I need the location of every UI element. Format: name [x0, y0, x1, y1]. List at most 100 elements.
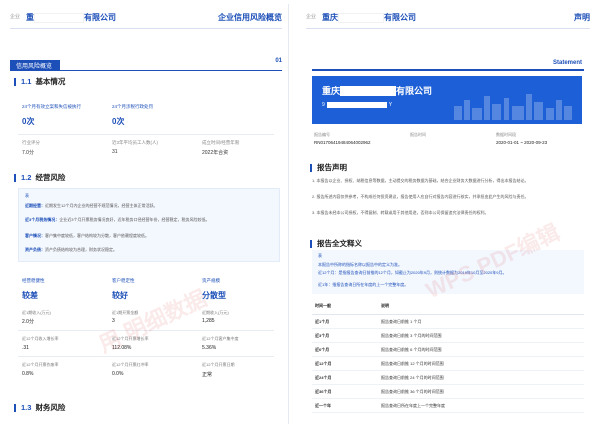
metric-label: 近期收入(万元) [202, 310, 229, 315]
info-value: 31 [112, 149, 118, 155]
box-head: 表 [25, 193, 29, 198]
heading-title: 报告声明 [317, 163, 347, 172]
header-logo: 企业 [306, 14, 317, 20]
heading-number: 1.1 [21, 77, 32, 86]
metric-label: 24个月有效立案和失信被执行 [22, 104, 82, 109]
table-cell: 近1个月 [312, 314, 378, 329]
table-row: 近一个年 报告查询日所在年度上一个完整年度 [312, 398, 584, 413]
statement-rule [312, 69, 584, 71]
table-cell: 报告查询日前推 24 个月的时间范围 [378, 370, 584, 385]
table-cell: 报告查询日前推 6 个月的时间范围 [378, 342, 584, 357]
meta-label: 报告编号 [314, 132, 330, 137]
heading-bar [14, 403, 16, 412]
page-header: 企业 重 有限公司 企业信用风险概览 [10, 10, 282, 24]
company-banner: 重庆 有限公司 9 Y [312, 76, 582, 124]
summary-line: 近期经营：近期发生12个月内企业的经营不规范情况，经营主体正常活跃。 [25, 203, 158, 208]
redaction-box [326, 102, 387, 108]
metric-label: 近12个月开票增长率 [112, 336, 149, 341]
meta-value: RN01706419484064002962 [314, 140, 371, 145]
header-company: 重 有限公司 [26, 12, 116, 23]
heading-bar [310, 163, 312, 172]
metric-value: 正常 [202, 372, 213, 378]
heading-title: 财务风险 [35, 403, 66, 412]
table-header-row: 时间一般 说明 [312, 298, 584, 315]
watermark-text: 用 明细数据 [94, 285, 211, 358]
metric-label: 近1期开票金额 [112, 310, 139, 315]
metric-label: 近12个月收入增长率 [22, 336, 59, 341]
table-cell: 近3个月 [312, 328, 378, 343]
definition-line: 近1年：指报告查询日所在年度的上一个完整年度。 [318, 282, 409, 287]
table-cell: 近一个年 [312, 398, 378, 413]
table-cell: 近24个月 [312, 370, 378, 385]
redaction-box [34, 12, 84, 23]
metric-label: 24个月涉税行政处罚 [112, 104, 154, 109]
grade-label: 经营稳健性 [22, 278, 45, 283]
section-heading: 1.3 财务风险 [14, 402, 65, 413]
statement-label: Statement [552, 60, 582, 66]
divider [18, 330, 274, 331]
metric-value: 1,285 [202, 318, 215, 324]
metric-label: 近12个月客户集中度 [202, 336, 239, 341]
banner-company-name: 重庆 有限公司 [322, 85, 433, 96]
heading-title: 基本情况 [35, 77, 66, 86]
metric-value: 2.0分 [22, 319, 34, 325]
table-row: 近1个月 报告查询日前推 1 个月 [312, 314, 584, 329]
section-heading: 1.1 基本情况 [14, 76, 65, 87]
table-header-cell: 说明 [378, 298, 584, 315]
company-name-suffix: 有限公司 [384, 13, 416, 22]
grade-label: 资产规模 [202, 278, 220, 283]
meta-value: 2020-01-01 ~ 2020-09-23 [496, 140, 548, 145]
metric-label: 近1期收入(万元) [22, 310, 51, 315]
metric-value: 3 [112, 318, 115, 324]
page-header: 企业 重庆 有限公司 声明 [306, 10, 590, 24]
heading-bar [14, 173, 16, 182]
table-row: 近24个月 报告查询日前推 24 个月的时间范围 [312, 370, 584, 385]
heading-title: 报告全文释义 [317, 239, 362, 248]
metric-value: 0次 [22, 117, 35, 126]
statement-paragraph: 1. 本报告以企业、授权、纳税信息等数据，主动提交的税务数据为基础，结合企业财务… [312, 178, 529, 183]
info-value: 7.0分 [22, 150, 34, 156]
summary-line: 资产负债：资产负债结构较为合理，财务状况稳定。 [25, 247, 117, 252]
section-heading: 1.2 经营风险 [14, 172, 65, 183]
statement-paragraph: 2. 报告所述内容仅供参考，不构成任何投资建议，报告使用人应自行对报告内容进行核… [312, 194, 529, 199]
metric-value: 5.36% [202, 345, 217, 351]
info-label: 行业评分 [22, 140, 40, 145]
metric-value: 0.8% [22, 371, 34, 377]
metric-label: 近12个月开票作废率 [22, 362, 59, 367]
table-row: 近6个月 报告查询日前推 6 个月的时间范围 [312, 342, 584, 357]
section-heading: 报告声明 [310, 162, 347, 173]
table-row: 近12个月 报告查询日前推 12 个月的时间范围 [312, 356, 584, 371]
info-label: 成立时间/经营年限 [202, 140, 240, 145]
grade-value: 较好 [112, 291, 128, 300]
company-name-suffix: 有限公司 [84, 13, 116, 22]
heading-number: 1.2 [21, 173, 32, 182]
heading-title: 经营风险 [35, 173, 66, 182]
company-name-prefix: 重庆 [322, 13, 338, 22]
table-cell: 近36个月 [312, 384, 378, 399]
right-report-page: 企业 重庆 有限公司 声明 Statement 重庆 有限公司 9 Y 报告编号… [300, 4, 596, 424]
definition-line: 本报告中所称的指标名称以报告中的定义为准。 [318, 262, 402, 267]
grade-value: 较差 [22, 291, 38, 300]
report-title: 声明 [574, 13, 590, 22]
metric-value: 112.08% [112, 345, 132, 351]
table-row: 近3个月 报告查询日前推 3 个月的时间范围 [312, 328, 584, 343]
table-cell: 报告查询日前推 3 个月的时间范围 [378, 328, 584, 343]
banner-credit-code: 9 Y [322, 102, 393, 108]
definition-line: 近12个月：是指报告查询日前推的12个月，如截止为2020年9月，则统计数据为2… [318, 270, 507, 275]
meta-label: 报告时间 [410, 132, 426, 137]
report-title: 企业信用风险概览 [218, 13, 282, 22]
redaction-box [340, 85, 397, 96]
table-cell: 报告查询日前推 1 个月 [378, 314, 584, 329]
header-logo: 企业 [10, 14, 21, 20]
section-tab-label: 信用风险概览 [10, 60, 61, 71]
info-label: 近3年平均员工人数(人) [112, 140, 158, 145]
table-cell: 报告查询日前推 36 个月的时间范围 [378, 384, 584, 399]
header-company: 重庆 有限公司 [322, 12, 416, 23]
city-skyline-graphic [454, 94, 572, 120]
header-divider [306, 28, 590, 29]
box-head: 表 [318, 253, 322, 258]
table-cell: 报告查询日所在年度上一个完整年度 [378, 398, 584, 413]
header-divider [10, 28, 282, 29]
divider [18, 134, 274, 135]
divider [18, 356, 274, 357]
